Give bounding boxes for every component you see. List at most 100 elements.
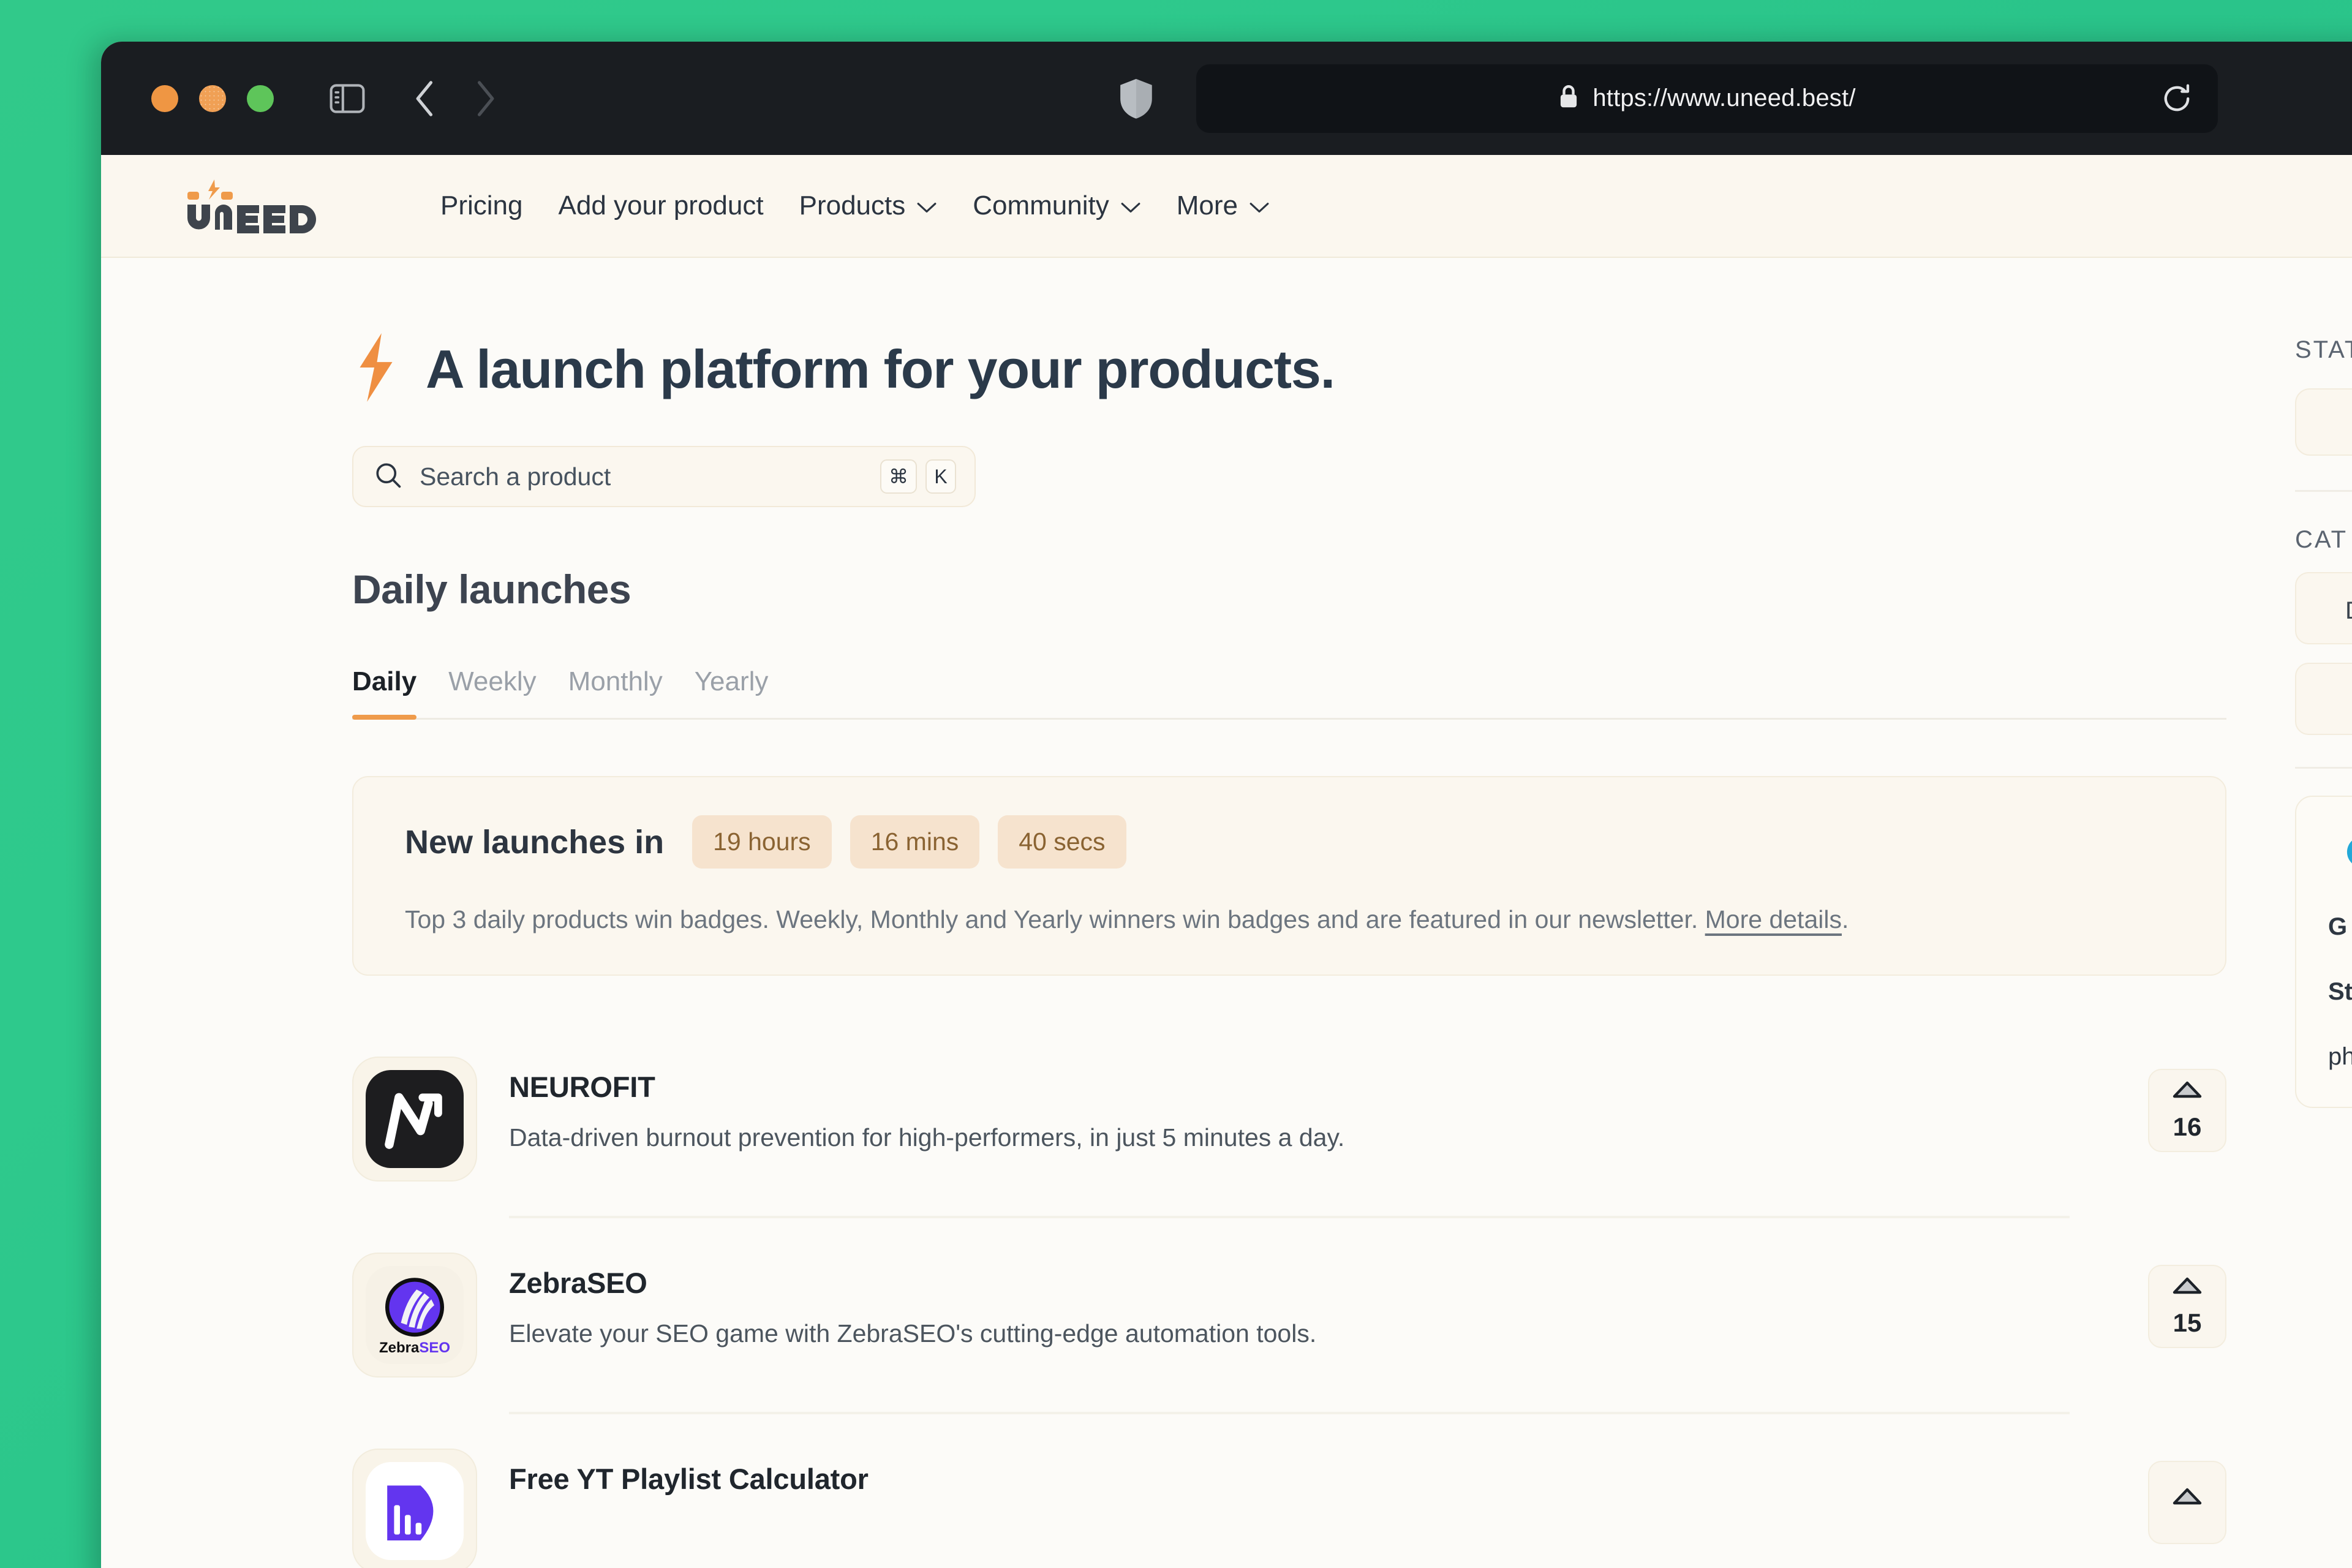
nav-label: Add your product xyxy=(558,190,764,221)
section-title: Daily launches xyxy=(352,567,631,612)
promo-line-1: G xyxy=(2328,913,2348,940)
page-title: A launch platform for your products. xyxy=(426,338,1335,399)
rail-divider xyxy=(2295,490,2352,492)
nav-item-pricing[interactable]: Pricing xyxy=(423,190,541,221)
product-row[interactable]: NEUROFIT Data-driven burnout prevention … xyxy=(352,1057,2226,1182)
row-spacer xyxy=(352,1414,2226,1449)
search-shortcut-keys: ⌘ K xyxy=(880,459,956,494)
chevron-down-icon xyxy=(1249,190,1270,221)
row-spacer xyxy=(352,1218,2226,1253)
product-row[interactable]: ZebraSEO ZebraSEO Elevate your SEO game … xyxy=(352,1253,2226,1378)
more-details-link[interactable]: More details xyxy=(1705,905,1842,933)
promo-card[interactable]: G St ph xyxy=(2295,796,2352,1108)
category-label: B xyxy=(2317,688,2352,715)
yt-playlist-calculator-logo-icon xyxy=(352,1449,477,1568)
countdown-minutes: 16 mins xyxy=(850,815,980,869)
upvote-triangle-icon xyxy=(2171,1080,2204,1102)
nav-item-community[interactable]: Community xyxy=(955,190,1159,221)
product-info: ZebraSEO Elevate your SEO game with Zebr… xyxy=(509,1253,2116,1348)
upvote-button[interactable]: 15 xyxy=(2148,1265,2226,1349)
product-name: Free YT Playlist Calculator xyxy=(509,1463,869,1496)
zoom-window-button[interactable] xyxy=(247,85,274,112)
upvote-triangle-icon xyxy=(2171,1276,2204,1298)
minimize-window-button[interactable] xyxy=(199,85,226,112)
kbd-k: K xyxy=(925,459,956,494)
hero-section: A launch platform for your products. xyxy=(352,331,2272,407)
chevron-down-icon xyxy=(916,190,937,221)
address-bar[interactable]: https://www.uneed.best/ xyxy=(1196,64,2218,133)
reload-button[interactable] xyxy=(2160,82,2193,115)
window-controls xyxy=(151,85,274,112)
lock-icon xyxy=(1558,84,1579,113)
nav-label: Community xyxy=(973,190,1109,221)
stats-heading: STAT xyxy=(2295,336,2352,363)
countdown-row: New launches in 19 hours 16 mins 40 secs xyxy=(405,815,2177,869)
svg-text:ZebraSEO: ZebraSEO xyxy=(379,1340,450,1356)
desktop-background: https://www.uneed.best/ Pricing Add your… xyxy=(0,0,2352,1568)
main-content-column: A launch platform for your products. Sea… xyxy=(101,258,2272,1568)
promo-brand-icon xyxy=(2343,824,2352,880)
product-info: NEUROFIT Data-driven burnout prevention … xyxy=(509,1057,2116,1152)
product-list: NEUROFIT Data-driven burnout prevention … xyxy=(352,1057,2226,1568)
main-navigation: Pricing Add your product Products Commun… xyxy=(423,190,1287,221)
page-body: A launch platform for your products. Sea… xyxy=(101,258,2352,1568)
shield-icon[interactable] xyxy=(1115,74,1158,123)
nav-item-add-your-product[interactable]: Add your product xyxy=(541,190,782,221)
browser-toolbar: https://www.uneed.best/ xyxy=(101,42,2352,155)
browser-window: https://www.uneed.best/ Pricing Add your… xyxy=(101,42,2352,1568)
tab-weekly[interactable]: Weekly xyxy=(432,666,552,718)
banner-description: Top 3 daily products win badges. Weekly,… xyxy=(405,903,2177,937)
category-item-business[interactable]: B xyxy=(2295,663,2352,735)
launch-period-tabs: Daily Weekly Monthly Yearly xyxy=(352,666,2226,720)
site-header: Pricing Add your product Products Commun… xyxy=(101,155,2352,258)
nav-label: Products xyxy=(799,190,906,221)
forward-button[interactable] xyxy=(471,80,499,118)
countdown-hours: 19 hours xyxy=(692,815,832,869)
close-window-button[interactable] xyxy=(151,85,178,112)
sidebar-toggle-icon[interactable] xyxy=(329,83,366,114)
banner-description-period: . xyxy=(1841,905,1849,933)
product-name: ZebraSEO xyxy=(509,1267,647,1300)
promo-line-3: ph xyxy=(2328,1043,2352,1070)
upvote-count: 15 xyxy=(2173,1308,2202,1337)
upvote-button[interactable] xyxy=(2148,1461,2226,1545)
kbd-command: ⌘ xyxy=(880,459,917,494)
navigation-arrows xyxy=(411,80,499,118)
nav-item-products[interactable]: Products xyxy=(782,190,956,221)
product-row[interactable]: Free YT Playlist Calculator xyxy=(352,1449,2226,1568)
tab-yearly[interactable]: Yearly xyxy=(679,666,785,718)
product-name: NEUROFIT xyxy=(509,1071,655,1104)
nav-item-more[interactable]: More xyxy=(1159,190,1287,221)
banner-title: New launches in xyxy=(405,823,665,861)
stats-card xyxy=(2295,388,2352,456)
upvote-count: 16 xyxy=(2173,1112,2202,1141)
search-icon xyxy=(374,461,402,492)
right-sidebar: STAT CAT De B xyxy=(2272,258,2352,1108)
category-item-design[interactable]: De xyxy=(2295,572,2352,644)
rail-divider xyxy=(2295,767,2352,769)
zebraseo-logo-icon: ZebraSEO xyxy=(352,1253,477,1378)
product-description: Elevate your SEO game with ZebraSEO's cu… xyxy=(509,1319,1317,1348)
tab-monthly[interactable]: Monthly xyxy=(552,666,679,718)
back-button[interactable] xyxy=(411,80,439,118)
nav-label: Pricing xyxy=(440,190,523,221)
url-text: https://www.uneed.best/ xyxy=(1593,85,1856,111)
search-placeholder-text: Search a product xyxy=(420,462,611,491)
chevron-down-icon xyxy=(1120,190,1141,221)
upvote-button[interactable]: 16 xyxy=(2148,1069,2226,1153)
search-input[interactable]: Search a product ⌘ K xyxy=(352,446,976,507)
countdown-seconds: 40 secs xyxy=(998,815,1126,869)
upvote-triangle-icon xyxy=(2171,1487,2204,1509)
product-info: Free YT Playlist Calculator xyxy=(509,1449,2116,1515)
categories-heading: CAT xyxy=(2295,526,2348,553)
product-description: Data-driven burnout prevention for high-… xyxy=(509,1123,1345,1152)
category-label: De xyxy=(2317,597,2352,625)
promo-line-2: St xyxy=(2328,978,2352,1005)
lightning-bolt-icon xyxy=(352,331,400,407)
uneed-logo[interactable] xyxy=(176,178,356,234)
neurofit-logo-icon xyxy=(352,1057,477,1182)
nav-label: More xyxy=(1176,190,1238,221)
new-launches-banner: New launches in 19 hours 16 mins 40 secs… xyxy=(352,776,2226,976)
banner-description-text: Top 3 daily products win badges. Weekly,… xyxy=(405,905,1698,933)
tab-daily[interactable]: Daily xyxy=(352,666,432,720)
